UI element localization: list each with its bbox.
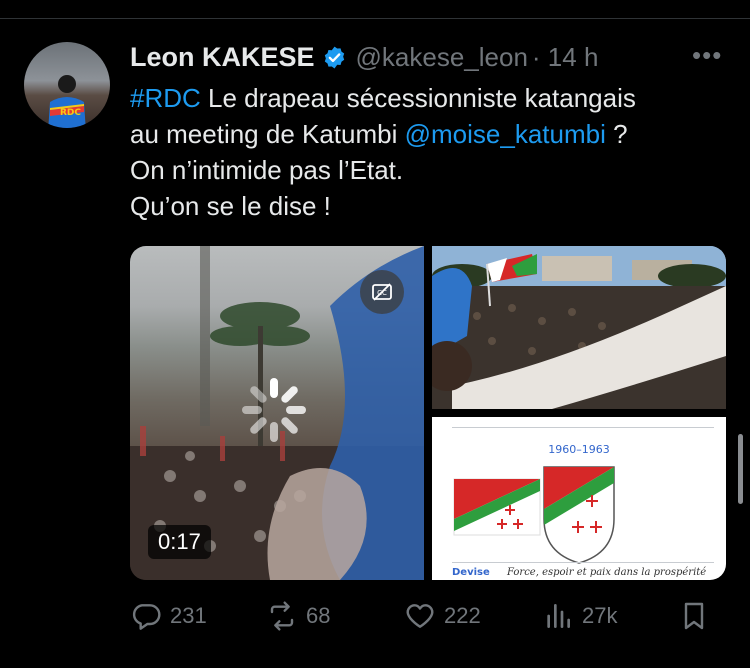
like-button[interactable]: 222	[404, 596, 481, 636]
avatar[interactable]: RDC	[24, 42, 110, 128]
tweet-line-3: On n’intimide pas l’Etat.	[130, 155, 404, 185]
devise-motto: Force, espoir et paix dans la prospérité	[507, 567, 707, 578]
views-button[interactable]: 27k	[542, 596, 617, 636]
tweet-line-1: #RDC Le drapeau sécessionniste katangais	[130, 80, 730, 116]
rally-photo[interactable]	[432, 246, 726, 409]
author-name[interactable]: Leon KAKESE	[130, 42, 315, 73]
media-grid: CC 0:17	[130, 246, 726, 580]
bookmark-icon	[684, 602, 704, 630]
tweet-line-2-end: ?	[605, 119, 628, 149]
avatar-badge: RDC	[60, 108, 82, 118]
tweet-line-1-text: Le drapeau sécessionniste katangais	[200, 83, 636, 113]
reply-icon	[132, 604, 161, 630]
like-count: 222	[444, 603, 481, 628]
repost-icon	[270, 601, 294, 631]
hashtag-link[interactable]: #RDC	[130, 83, 201, 113]
flag-years: 1960–1963	[548, 443, 610, 456]
author-handle[interactable]: @kakese_leon	[356, 42, 528, 73]
scrollbar[interactable]	[738, 434, 743, 504]
avatar-person	[48, 75, 86, 128]
tweet-line-2-text: au meeting de Katumbi	[130, 119, 405, 149]
heart-icon	[406, 604, 434, 628]
top-divider	[0, 18, 750, 19]
loading-spinner-icon	[242, 378, 306, 442]
tweet-header: Leon KAKESE @kakese_leon · 14 h	[130, 40, 598, 74]
rally-photo-scene	[432, 246, 726, 409]
katanga-coat-of-arms	[543, 466, 615, 564]
infobox-divider-bottom	[452, 562, 714, 563]
tweet-line-4: Qu’on se le dise !	[130, 191, 331, 221]
tweet-line-2: au meeting de Katumbi @moise_katumbi ?	[130, 116, 730, 152]
repost-count: 68	[306, 603, 331, 628]
repost-button[interactable]: 68	[266, 596, 330, 636]
bookmark-button[interactable]	[678, 596, 718, 636]
verified-badge-icon[interactable]	[322, 45, 347, 70]
flag-infobox-image[interactable]: 1960–1963 Devise Force, espoir et paix d…	[432, 417, 726, 580]
tweet-actions: 231 68 222 27k	[130, 596, 720, 636]
video-duration: 0:17	[148, 525, 211, 559]
reply-count: 231	[170, 603, 207, 628]
tweet-text: #RDC Le drapeau sécessionniste katangais…	[130, 80, 730, 224]
reply-button[interactable]: 231	[130, 596, 207, 636]
video-player[interactable]: CC 0:17	[130, 246, 424, 580]
captions-off-button[interactable]: CC	[360, 270, 404, 314]
katanga-flag-rect	[453, 478, 541, 536]
devise-label: Devise	[452, 567, 490, 578]
mention-link[interactable]: @moise_katumbi	[405, 119, 606, 149]
infobox-divider	[452, 427, 714, 428]
view-count: 27k	[582, 603, 618, 628]
katanga-flags	[453, 466, 615, 564]
captions-off-icon: CC	[372, 283, 392, 301]
more-options-icon[interactable]: •••	[692, 40, 722, 70]
tweet-timestamp[interactable]: · 14 h	[532, 42, 599, 73]
analytics-icon	[547, 604, 570, 628]
